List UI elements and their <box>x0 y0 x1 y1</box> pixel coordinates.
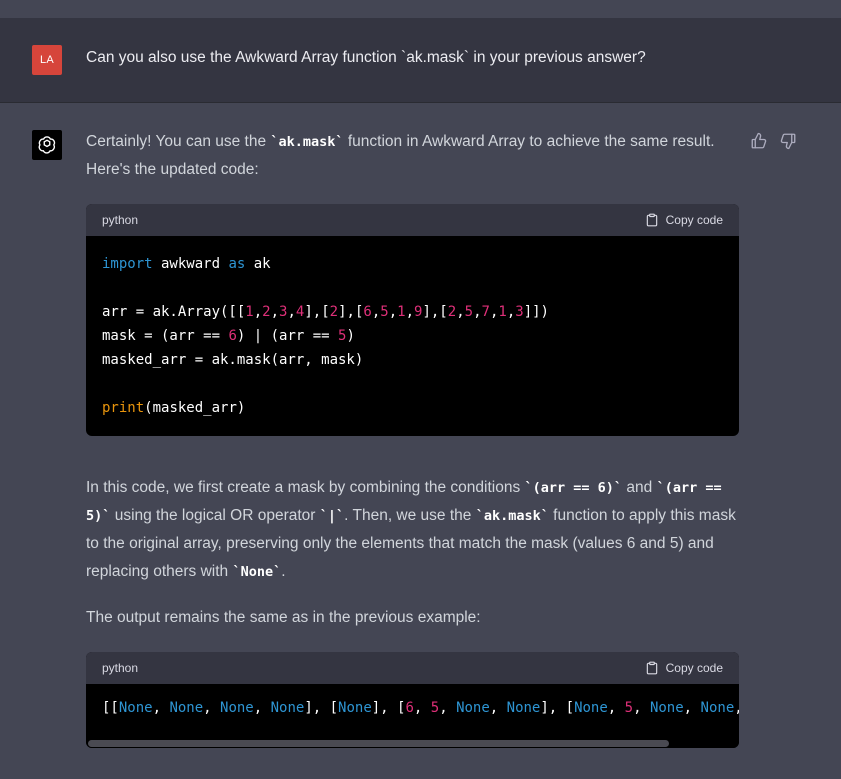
punct-token: , <box>152 700 170 716</box>
punct-token: , <box>683 700 701 716</box>
thumbs-down-icon[interactable] <box>779 132 797 150</box>
copy-code-button[interactable]: Copy code <box>645 661 723 675</box>
none-token: None <box>506 700 541 716</box>
clipboard-icon <box>646 661 657 675</box>
code-block-python: python Copy code import awkward as ak ar… <box>86 204 739 436</box>
inline-code-ak-mask-2: `ak.mask` <box>475 508 549 524</box>
code-line-1: import awkward as ak <box>102 256 271 272</box>
output-code-block: python Copy code [[None, None, None, Non… <box>86 652 739 748</box>
number-token: 5 <box>624 700 634 716</box>
none-token: None <box>700 700 735 716</box>
punct-token: [[ <box>102 700 119 716</box>
code-language-label: python <box>102 661 139 675</box>
inline-code-ak-mask: `ak.mask` <box>270 134 344 150</box>
user-avatar: LA <box>32 45 62 75</box>
scrollbar-thumb[interactable] <box>88 740 669 747</box>
code-block-header: python Copy code <box>86 204 739 236</box>
assistant-message-row: Certainly! You can use the `ak.mask` fun… <box>0 104 841 779</box>
number-token: 5 <box>430 700 440 716</box>
assistant-avatar <box>32 130 62 160</box>
thumbs-up-icon[interactable] <box>750 132 768 150</box>
user-message-text: Can you also use the Awkward Array funct… <box>86 49 646 66</box>
code-content: import awkward as ak arr = ak.Array([[1,… <box>86 236 739 436</box>
punct-token: , <box>203 700 221 716</box>
code-line-7: print(masked_arr) <box>102 400 246 416</box>
none-token: None <box>270 700 305 716</box>
none-token: None <box>118 700 153 716</box>
punct-token: ], [ <box>371 700 406 716</box>
code-language-label: python <box>102 213 139 227</box>
top-strip <box>0 0 841 18</box>
none-token: None <box>220 700 254 716</box>
punct-token: , <box>607 700 625 716</box>
code-line-5: masked_arr = ak.mask(arr, mask) <box>102 352 364 368</box>
copy-code-label: Copy code <box>665 213 723 227</box>
none-token: None <box>169 700 204 716</box>
output-intro-paragraph: The output remains the same as in the pr… <box>86 609 481 626</box>
punct-token: , <box>413 700 431 716</box>
intro-text-1: Certainly! You can use the <box>86 133 271 150</box>
user-message-row: LA Can you also use the Awkward Array fu… <box>0 18 841 103</box>
punct-token: , <box>489 700 507 716</box>
punct-token: , <box>734 700 739 716</box>
explain-text-2: and <box>622 479 657 496</box>
punct-token: , <box>439 700 457 716</box>
horizontal-scrollbar[interactable] <box>86 738 739 748</box>
none-token: None <box>456 700 490 716</box>
inline-code-arr-eq-6: `(arr == 6)` <box>524 480 623 496</box>
clipboard-icon <box>646 213 657 227</box>
code-block-header: python Copy code <box>86 652 739 684</box>
explain-text-3: using the logical OR operator <box>110 507 320 524</box>
copy-code-label: Copy code <box>665 661 723 675</box>
explain-text-4: . Then, we use the <box>344 507 476 524</box>
inline-code-or-operator: `|` <box>319 508 345 524</box>
punct-token: ], [ <box>540 700 575 716</box>
output-code-content: [[None, None, None, None], [None], [6, 5… <box>86 684 739 736</box>
copy-code-button[interactable]: Copy code <box>645 213 723 227</box>
none-token: None <box>649 700 684 716</box>
assistant-intro-paragraph: Certainly! You can use the `ak.mask` fun… <box>86 128 726 184</box>
openai-logo-icon <box>38 136 56 154</box>
explain-text-6: . <box>281 563 286 580</box>
punct-token: ], [ <box>304 700 339 716</box>
none-token: None <box>338 700 372 716</box>
punct-token: , <box>253 700 271 716</box>
none-token: None <box>574 700 608 716</box>
explain-text-1: In this code, we first create a mask by … <box>86 479 525 496</box>
explanation-paragraph: In this code, we first create a mask by … <box>86 474 750 586</box>
punct-token: , <box>633 700 650 716</box>
code-line-4: mask = (arr == 6) | (arr == 5) <box>102 328 355 344</box>
number-token: 6 <box>405 700 414 716</box>
code-line-3: arr = ak.Array([[1,2,3,4],[2],[6,5,1,9],… <box>102 304 549 320</box>
inline-code-none: `None` <box>232 564 282 580</box>
